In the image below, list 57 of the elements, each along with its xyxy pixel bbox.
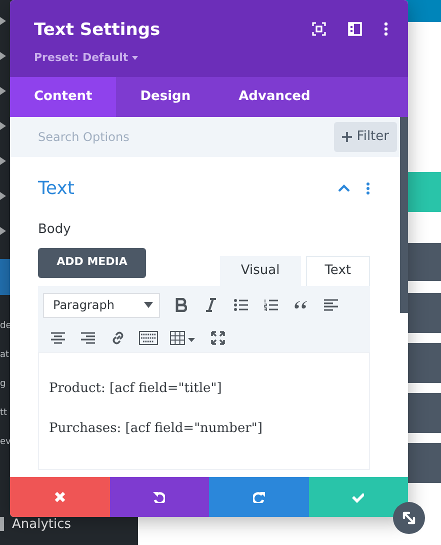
paragraph: Product: [acf field="title"] [49, 380, 223, 398]
section-title: Text [38, 177, 74, 201]
modal-title: Text Settings [34, 19, 160, 42]
undo-icon [153, 491, 166, 503]
chevron-icon[interactable] [338, 184, 350, 193]
menu-icon[interactable] [0, 86, 6, 95]
numbered-list-icon[interactable] [264, 299, 278, 311]
filter-button[interactable]: Filter [334, 122, 397, 152]
bullet-list-icon[interactable] [234, 299, 248, 311]
check-icon [352, 491, 364, 503]
editor-area[interactable]: Product: [acf field="title"] Purchases: [acf field="number"] [38, 352, 370, 470]
caret-icon [132, 56, 138, 60]
italic-icon[interactable] [206, 298, 216, 312]
page-block [408, 443, 441, 483]
preset-dropdown[interactable]: Preset: Default [34, 50, 138, 66]
page-block [408, 243, 441, 281]
menu-icon[interactable] [0, 156, 6, 165]
tab[interactable]: Advanced [214, 77, 334, 117]
menu-item[interactable]: Analytics [12, 514, 72, 534]
format-dropdown[interactable]: Paragraph [43, 292, 160, 318]
search-field[interactable]: Search Options [10, 117, 334, 157]
tab[interactable]: Design [116, 77, 215, 117]
align-left-icon[interactable] [324, 299, 338, 311]
resize-handle[interactable] [393, 502, 425, 534]
menu-icon[interactable] [0, 16, 6, 25]
cancel-icon [54, 491, 66, 503]
sidebar-layout-icon[interactable] [348, 22, 362, 36]
scrollbar[interactable] [400, 117, 408, 313]
plus-icon [342, 132, 352, 142]
editor-tab[interactable]: Visual [220, 256, 301, 286]
more-icon[interactable] [366, 182, 370, 195]
quote-icon[interactable] [294, 300, 308, 310]
align-center-icon[interactable] [51, 332, 65, 344]
align-right-icon[interactable] [81, 332, 95, 344]
add-media-button[interactable]: ADD MEDIA [38, 248, 146, 278]
more-icon[interactable] [384, 22, 388, 36]
page-block [408, 293, 441, 333]
menu-icon[interactable] [0, 122, 6, 130]
menu-icon[interactable] [0, 192, 6, 200]
page-block [408, 343, 441, 383]
tab[interactable]: Content [10, 77, 116, 117]
redo-icon [252, 491, 265, 503]
page-block [408, 172, 441, 212]
link-icon[interactable] [110, 330, 126, 346]
resize-icon [401, 510, 417, 526]
field-label: Body [38, 221, 72, 239]
paragraph: Purchases: [acf field="number"] [49, 420, 264, 438]
bold-icon[interactable] [175, 298, 187, 312]
fullscreen-icon[interactable] [211, 330, 225, 344]
editor-tab[interactable]: Text [306, 256, 370, 286]
table-icon[interactable] [170, 330, 196, 344]
page-block [408, 393, 441, 433]
menu-icon[interactable] [0, 226, 6, 235]
menu-icon[interactable] [0, 52, 6, 60]
save-button[interactable] [308, 477, 408, 517]
caret-icon [144, 302, 153, 308]
keyboard-icon[interactable] [138, 330, 158, 344]
